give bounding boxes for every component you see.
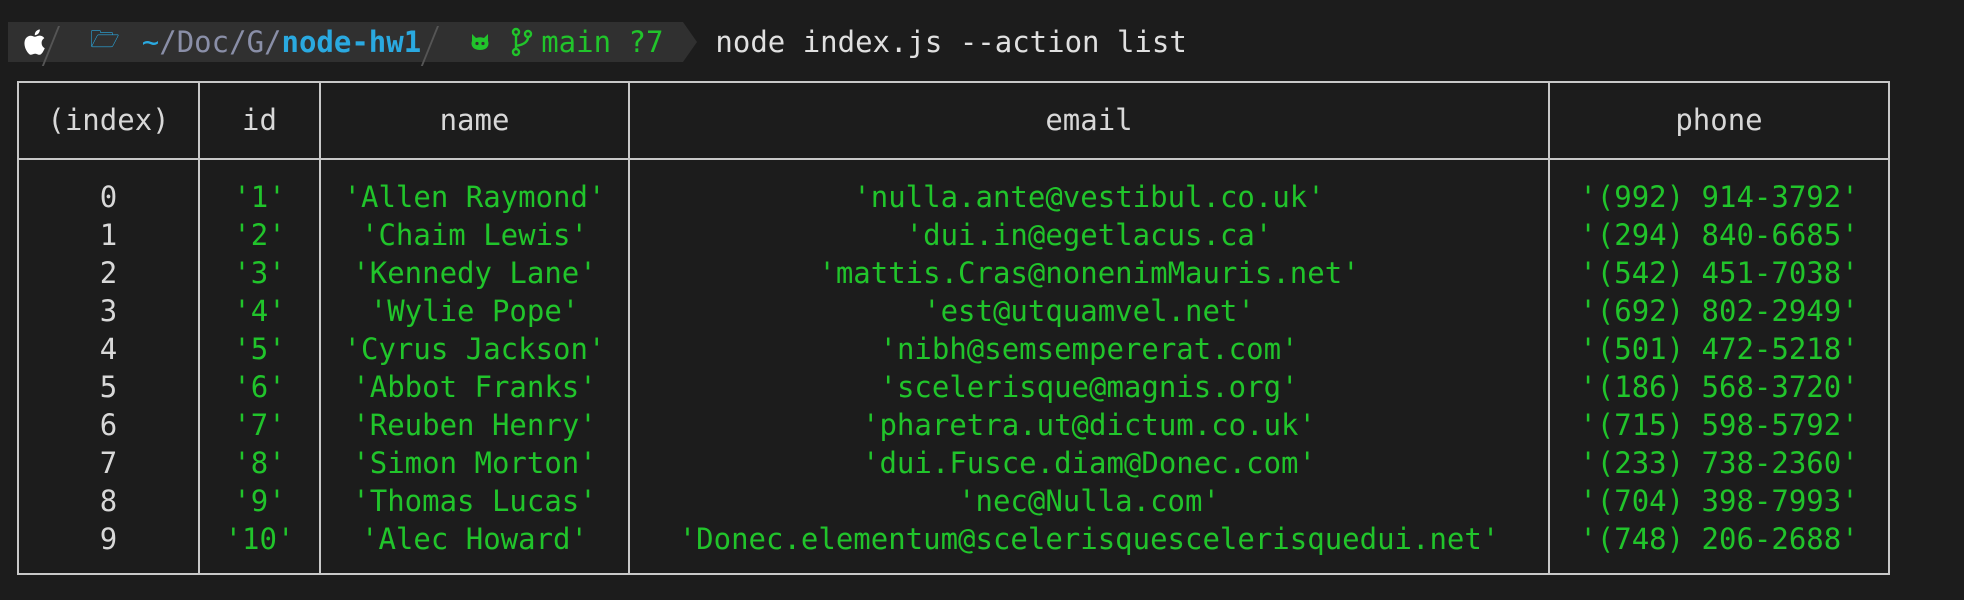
prompt-path-segment: 🗁 ~ / Doc / G / node-hw1	[64, 22, 444, 62]
path-separator: /	[264, 25, 282, 59]
table-cell-email: 'pharetra.ut@dictum.co.uk'	[862, 408, 1316, 442]
table-cell-email: 'scelerisque@magnis.org'	[879, 370, 1299, 404]
table-cell-name: 'Abbot Franks'	[352, 370, 597, 404]
table-cell-id: '1'	[233, 180, 286, 214]
table-cell-id: '4'	[233, 294, 286, 328]
table-cell-id: '3'	[233, 256, 286, 290]
table-cell-index: 2	[99, 256, 118, 290]
folder-open-icon: 🗁	[90, 24, 120, 53]
table-cell-phone: '(992) 914-3792'	[1579, 180, 1859, 214]
table-cell-id: '6'	[233, 370, 286, 404]
header-phone: phone	[1675, 103, 1763, 137]
table-cell-phone: '(186) 568-3720'	[1579, 370, 1859, 404]
prompt-git-segment: main ?7	[443, 22, 684, 62]
table-cell-phone: '(715) 598-5792'	[1579, 408, 1859, 442]
table-cell-phone: '(542) 451-7038'	[1579, 256, 1859, 290]
console-table: (index) id name email phone 0 1 2 3 4 5 6 7 8 9 '…	[17, 81, 1890, 575]
table-cell-email: 'nibh@semsempererat.com'	[879, 332, 1299, 366]
name-column: 'Allen Raymond' 'Chaim Lewis' 'Kennedy Lan…	[321, 178, 628, 558]
table-cell-id: '8'	[233, 446, 286, 480]
table-cell-phone: '(294) 840-6685'	[1579, 218, 1859, 252]
table-cell-id: '9'	[233, 484, 286, 518]
table-cell-phone: '(501) 472-5218'	[1579, 332, 1859, 366]
table-cell-name: 'Allen Raymond'	[343, 180, 606, 214]
git-branch-icon	[511, 27, 533, 57]
path-home: ~	[141, 25, 160, 59]
table-cell-index: 7	[99, 446, 118, 480]
table-cell-index: 3	[99, 294, 118, 328]
table-cell-name: 'Thomas Lucas'	[352, 484, 597, 518]
table-cell-index: 5	[99, 370, 118, 404]
table-cell-email: 'est@utquamvel.net'	[923, 294, 1255, 328]
table-cell-index: 0	[99, 180, 118, 214]
index-column: 0 1 2 3 4 5 6 7 8 9	[19, 178, 198, 558]
table-cell-phone: '(704) 398-7993'	[1579, 484, 1859, 518]
table-cell-index: 6	[99, 408, 118, 442]
table-cell-email: 'nec@Nulla.com'	[958, 484, 1220, 518]
table-cell-index: 9	[99, 522, 118, 556]
table-cell-id: '2'	[233, 218, 286, 252]
table-cell-email: 'mattis.Cras@nonenimMauris.net'	[818, 256, 1360, 290]
header-email: email	[1045, 103, 1133, 137]
prompt-end-arrow	[683, 22, 698, 62]
table-cell-name: 'Alec Howard'	[361, 522, 588, 556]
git-branch-status: main ?7	[541, 25, 664, 59]
table-cell-name: 'Wylie Pope'	[369, 294, 580, 328]
shell-prompt: 🗁 ~ / Doc / G / node-hw1 main ?7 node index.js…	[8, 22, 1187, 62]
table-cell-id: '5'	[233, 332, 286, 366]
path-part-doc: Doc	[176, 25, 230, 59]
id-column: '1' '2' '3' '4' '5' '6' '7' '8' '9' '10'	[200, 178, 319, 558]
table-cell-phone: '(233) 738-2360'	[1579, 446, 1859, 480]
table-cell-email: 'dui.Fusce.diam@Donec.com'	[862, 446, 1316, 480]
header-id: id	[242, 103, 277, 137]
table-cell-email: 'Donec.elementum@scelerisquescelerisqued…	[678, 522, 1500, 556]
table-cell-name: 'Cyrus Jackson'	[343, 332, 606, 366]
path-separator: /	[159, 25, 177, 59]
table-cell-email: 'dui.in@egetlacus.ca'	[905, 218, 1273, 252]
prompt-os-segment	[8, 22, 64, 62]
table-cell-id: '7'	[233, 408, 286, 442]
header-index: (index)	[47, 103, 170, 137]
phone-column: '(992) 914-3792' '(294) 840-6685' '(542) 4…	[1550, 178, 1888, 558]
table-cell-name: 'Kennedy Lane'	[352, 256, 597, 290]
table-cell-name: 'Simon Morton'	[352, 446, 597, 480]
path-part-g: G	[246, 25, 265, 59]
github-cat-icon	[471, 34, 489, 50]
path-current-dir: node-hw1	[281, 25, 422, 59]
path-separator: /	[229, 25, 247, 59]
table-cell-index: 1	[99, 218, 118, 252]
table-cell-email: 'nulla.ante@vestibul.co.uk'	[853, 180, 1325, 214]
table-cell-phone: '(748) 206-2688'	[1579, 522, 1859, 556]
table-cell-id: '10'	[224, 522, 295, 556]
email-column: 'nulla.ante@vestibul.co.uk' 'dui.in@egetl…	[630, 178, 1548, 558]
header-name: name	[439, 103, 510, 137]
table-cell-name: 'Chaim Lewis'	[361, 218, 588, 252]
table-cell-name: 'Reuben Henry'	[352, 408, 597, 442]
header-divider	[19, 158, 1888, 160]
apple-logo-icon	[24, 29, 45, 55]
table-cell-phone: '(692) 802-2949'	[1579, 294, 1859, 328]
command-text: node index.js --action list	[715, 25, 1187, 59]
table-cell-index: 4	[99, 332, 118, 366]
table-cell-index: 8	[99, 484, 118, 518]
